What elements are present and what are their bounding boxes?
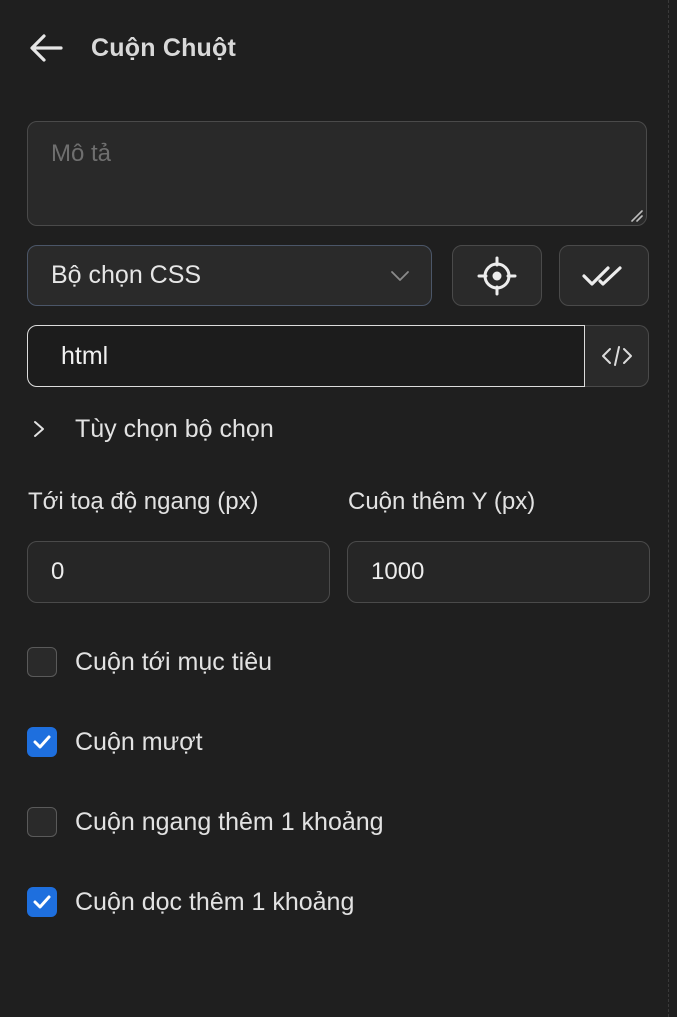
y-scroll-input[interactable]: 1000 bbox=[347, 541, 650, 603]
x-coordinate-value: 0 bbox=[51, 558, 65, 585]
selector-input-group: html bbox=[27, 325, 649, 387]
checkbox-label: Cuộn ngang thêm 1 khoảng bbox=[75, 807, 384, 836]
resize-grip-icon[interactable] bbox=[629, 208, 643, 222]
double-check-icon bbox=[582, 265, 622, 286]
checkbox-label: Cuộn dọc thêm 1 khoảng bbox=[75, 887, 355, 916]
description-placeholder: Mô tả bbox=[51, 140, 112, 167]
checkbox-box[interactable] bbox=[27, 807, 57, 837]
check-icon bbox=[33, 895, 51, 909]
page-title: Cuộn Chuột bbox=[91, 33, 237, 62]
checkbox-box[interactable] bbox=[27, 727, 57, 757]
check-icon bbox=[33, 735, 51, 749]
checkbox-box[interactable] bbox=[27, 887, 57, 917]
pick-element-button[interactable] bbox=[452, 245, 542, 306]
header: Cuộn Chuột bbox=[28, 28, 236, 68]
selector-value: html bbox=[61, 341, 109, 370]
checkbox-box[interactable] bbox=[27, 647, 57, 677]
x-field-label: Tới toạ độ ngang (px) bbox=[28, 488, 259, 515]
back-arrow-icon bbox=[30, 34, 63, 62]
checkbox-smooth-scroll[interactable]: Cuộn mượt bbox=[27, 722, 203, 762]
chevron-right-icon bbox=[34, 421, 44, 437]
back-button[interactable] bbox=[28, 28, 72, 68]
selector-input[interactable]: html bbox=[27, 325, 585, 387]
y-field-label: Cuộn thêm Y (px) bbox=[348, 488, 536, 515]
selector-type-dropdown[interactable]: Bộ chọn CSS bbox=[27, 245, 432, 306]
panel-edge-divider bbox=[668, 0, 669, 1017]
checkbox-scroll-horizontal-offset[interactable]: Cuộn ngang thêm 1 khoảng bbox=[27, 802, 384, 842]
code-editor-button[interactable] bbox=[585, 325, 649, 387]
chevron-down-icon bbox=[391, 271, 409, 281]
x-coordinate-input[interactable]: 0 bbox=[27, 541, 330, 603]
checkbox-scroll-vertical-offset[interactable]: Cuộn dọc thêm 1 khoảng bbox=[27, 882, 354, 922]
selector-options-label: Tùy chọn bộ chọn bbox=[75, 414, 274, 443]
crosshair-icon bbox=[477, 256, 517, 295]
checkbox-label: Cuộn tới mục tiêu bbox=[75, 647, 273, 676]
verify-selector-button[interactable] bbox=[559, 245, 649, 306]
description-textarea[interactable]: Mô tả bbox=[27, 121, 647, 226]
selector-type-value: Bộ chọn CSS bbox=[51, 261, 202, 289]
checkbox-label: Cuộn mượt bbox=[75, 727, 203, 756]
y-scroll-value: 1000 bbox=[371, 558, 425, 585]
checkbox-scroll-to-target[interactable]: Cuộn tới mục tiêu bbox=[27, 642, 272, 682]
selector-options-toggle[interactable]: Tùy chọn bộ chọn bbox=[30, 410, 274, 448]
code-icon bbox=[601, 346, 632, 366]
